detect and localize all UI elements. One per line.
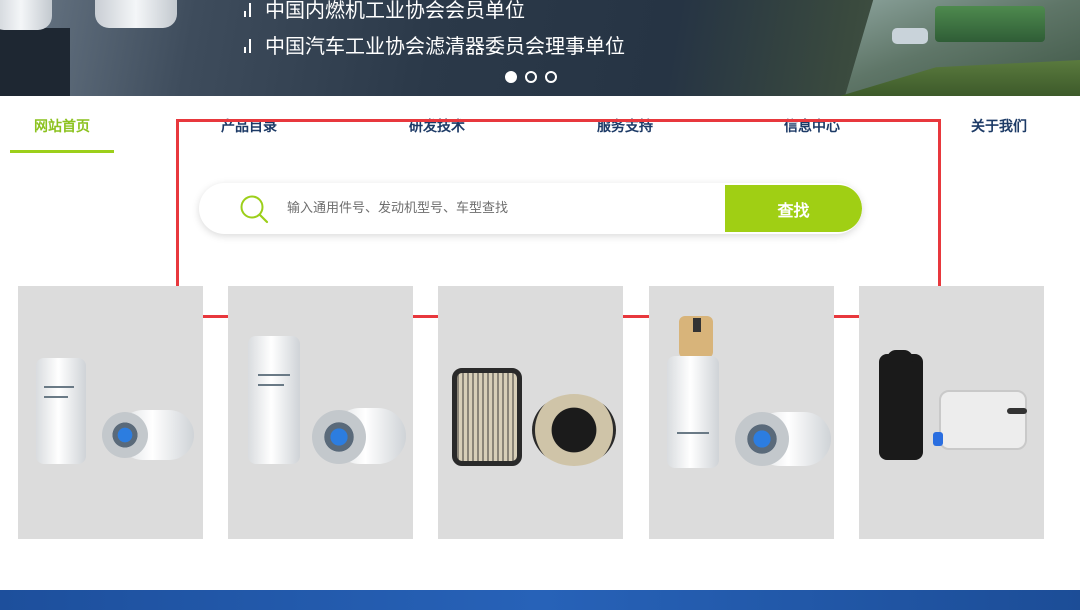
nav-item-service[interactable]: 服务支持 <box>597 116 653 136</box>
tank-fitting-icon <box>1007 408 1027 414</box>
product-card[interactable] <box>649 286 834 539</box>
main-nav: 网站首页 产品目录 研发技术 服务支持 信息中心 关于我们 <box>0 96 1080 156</box>
banner-line: 中国内燃机工业协会会员单位 <box>244 0 525 23</box>
signal-bars-icon <box>244 1 251 17</box>
filter-cap-icon <box>102 412 148 458</box>
banner-line-text: 中国内燃机工业协会会员单位 <box>265 0 525 22</box>
carousel-dot[interactable] <box>545 71 557 83</box>
banner-line-text: 中国汽车工业协会滤清器委员会理事单位 <box>265 34 625 58</box>
nav-item-home[interactable]: 网站首页 <box>34 116 90 136</box>
air-cleaner-housing-icon <box>879 354 923 460</box>
label-strip <box>258 384 284 386</box>
label-strip <box>258 374 290 376</box>
nav-item-about[interactable]: 关于我们 <box>971 116 1027 136</box>
label-strip <box>677 432 709 434</box>
product-card[interactable] <box>18 286 203 539</box>
fuel-filter-icon <box>667 356 719 468</box>
tank-fitting-icon <box>933 432 943 446</box>
air-filter-icon <box>452 368 522 466</box>
carousel-dot[interactable] <box>505 71 517 83</box>
filter-cap-icon <box>735 412 789 466</box>
search-button[interactable]: 查找 <box>725 185 862 232</box>
fuel-filter-icon <box>248 336 300 464</box>
coolant-tank-icon <box>939 390 1027 450</box>
separator-valve-icon <box>693 318 701 332</box>
fuel-filter-icon <box>36 358 86 464</box>
air-filter-end-icon <box>532 394 616 466</box>
banner-line: 中国汽车工业协会滤清器委员会理事单位 <box>244 30 625 59</box>
product-card[interactable] <box>859 286 1044 539</box>
air-cleaner-cap-icon <box>887 350 913 368</box>
carousel-indicators <box>505 71 557 83</box>
banner-truck-image <box>935 6 1045 42</box>
search-bar: 查找 <box>199 183 862 234</box>
nav-item-research[interactable]: 研发技术 <box>409 116 465 136</box>
banner-filter-image <box>95 0 177 28</box>
nav-active-underline <box>10 150 114 153</box>
search-icon[interactable] <box>239 194 269 224</box>
banner-dark-panel <box>0 28 70 96</box>
signal-bars-icon <box>244 37 251 53</box>
search-input[interactable] <box>287 183 717 234</box>
product-card[interactable] <box>438 286 623 539</box>
banner-car-image <box>892 28 928 44</box>
hero-banner: 中国内燃机工业协会会员单位 中国汽车工业协会滤清器委员会理事单位 <box>0 0 1080 96</box>
product-card[interactable] <box>228 286 413 539</box>
nav-item-news[interactable]: 信息中心 <box>784 116 840 136</box>
label-strip <box>44 396 68 398</box>
nav-item-products[interactable]: 产品目录 <box>221 116 277 136</box>
label-strip <box>44 386 74 388</box>
filter-cap-icon <box>312 410 366 464</box>
banner-filter-image <box>0 0 52 30</box>
carousel-dot[interactable] <box>525 71 537 83</box>
footer-banner-strip <box>0 590 1080 610</box>
